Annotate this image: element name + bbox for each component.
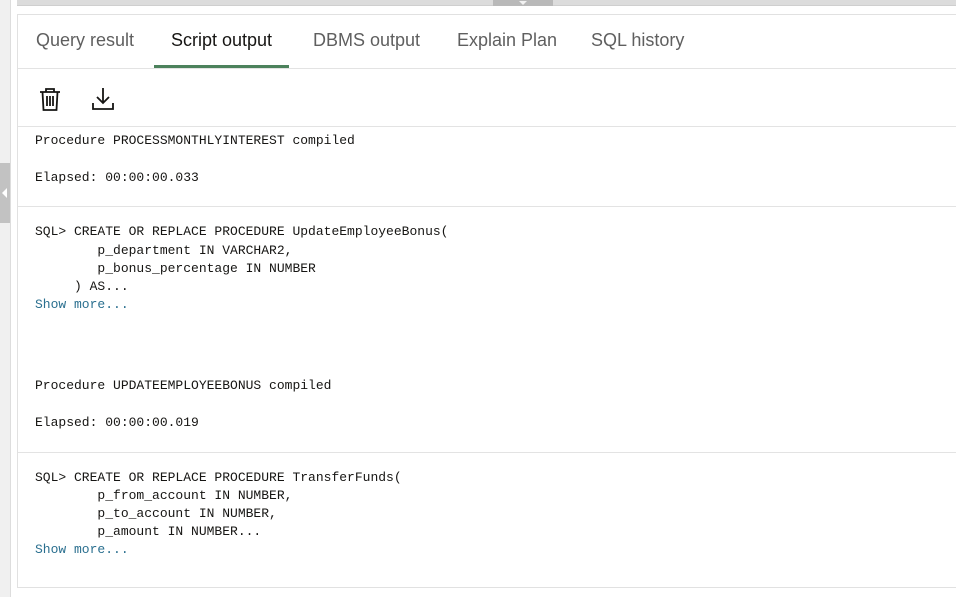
output-divider — [18, 206, 956, 207]
show-more-link[interactable]: Show more... — [35, 541, 129, 559]
collapse-panel-handle[interactable] — [0, 163, 10, 223]
splitter-handle[interactable] — [493, 0, 553, 6]
tab-sql-history[interactable]: SQL history — [591, 15, 684, 67]
output-line: SQL> CREATE OR REPLACE PROCEDURE Transfe… — [35, 470, 402, 485]
tab-script-output[interactable]: Script output — [154, 15, 290, 68]
splitter-strip — [17, 0, 956, 6]
output-line: p_to_account IN NUMBER, — [35, 506, 277, 521]
left-gutter — [0, 0, 11, 597]
output-line: Procedure UPDATEEMPLOYEEBONUS compiled — [35, 378, 332, 393]
output-line: p_bonus_percentage IN NUMBER — [35, 261, 316, 276]
output-line: ) AS... — [35, 279, 129, 294]
chevron-left-icon — [2, 188, 7, 198]
results-tabs: Query result Script output DBMS output E… — [18, 15, 956, 69]
download-icon — [92, 88, 114, 110]
tab-query-result[interactable]: Query result — [36, 15, 134, 67]
results-panel: Query result Script output DBMS output E… — [17, 14, 956, 588]
output-toolbar — [18, 68, 956, 127]
download-output-button[interactable] — [89, 85, 117, 113]
output-line: p_from_account IN NUMBER, — [35, 488, 293, 503]
output-line: p_amount IN NUMBER... — [35, 524, 262, 539]
output-line: Procedure PROCESSMONTHLYINTEREST compile… — [35, 133, 355, 148]
top-splitter-bar — [0, 0, 956, 8]
output-line: p_department IN VARCHAR2, — [35, 243, 293, 258]
clear-output-button[interactable] — [36, 85, 64, 113]
tab-explain-plan[interactable]: Explain Plan — [457, 15, 557, 67]
trash-icon — [40, 88, 60, 111]
script-output-area: Procedure PROCESSMONTHLYINTEREST compile… — [18, 127, 956, 587]
output-line: SQL> CREATE OR REPLACE PROCEDURE UpdateE… — [35, 224, 449, 239]
tab-dbms-output[interactable]: DBMS output — [313, 15, 420, 67]
output-line: Elapsed: 00:00:00.033 — [35, 170, 199, 185]
show-more-link[interactable]: Show more... — [35, 296, 129, 314]
output-divider — [18, 452, 956, 453]
output-line: Elapsed: 00:00:00.019 — [35, 415, 199, 430]
